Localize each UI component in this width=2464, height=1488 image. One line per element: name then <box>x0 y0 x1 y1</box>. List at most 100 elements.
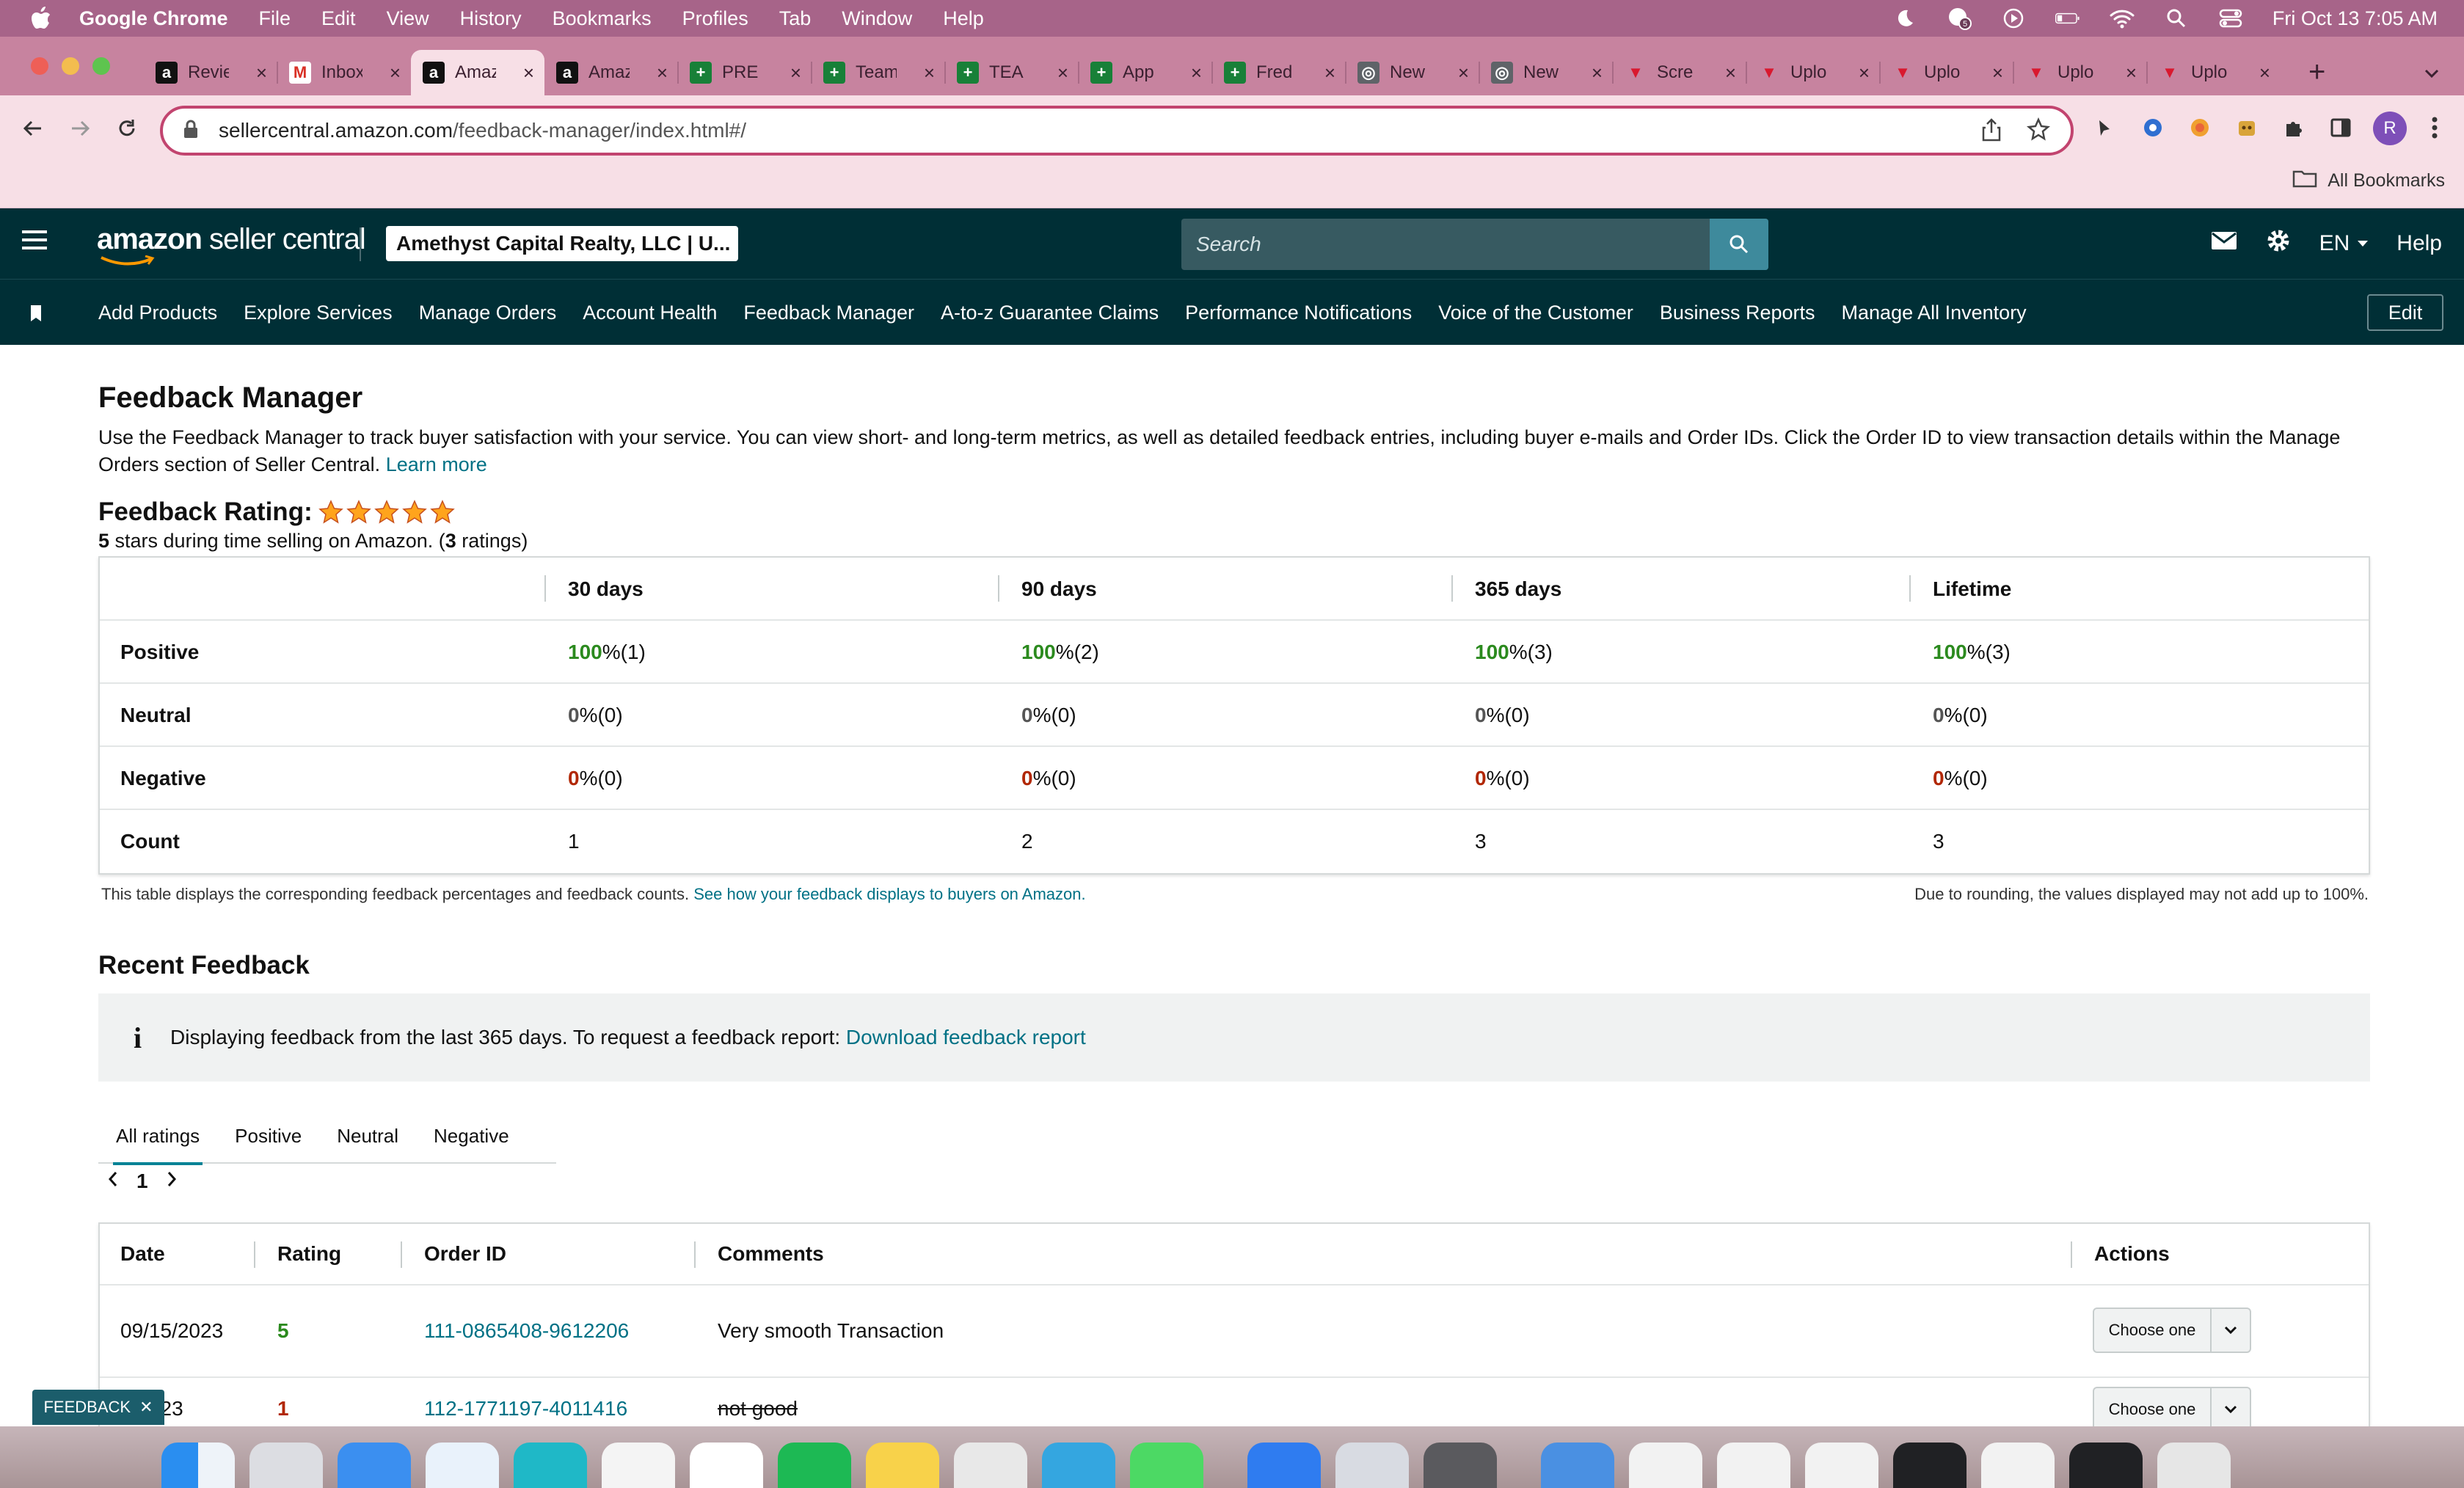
browser-tab[interactable]: a Amazon × <box>411 50 544 95</box>
feedback-widget-button[interactable]: FEEDBACK ✕ <box>32 1390 164 1425</box>
browser-tab[interactable]: + Fred × <box>1212 50 1346 95</box>
spotify-icon[interactable] <box>778 1443 851 1488</box>
safari-icon[interactable] <box>426 1443 499 1488</box>
language-selector[interactable]: EN <box>2319 231 2369 256</box>
feedback-display-link[interactable]: See how your feedback displays to buyers… <box>693 885 1085 903</box>
control-center-icon[interactable] <box>2218 6 2243 31</box>
close-tab-icon[interactable]: × <box>1191 62 1202 84</box>
calculator-icon[interactable] <box>1424 1443 1497 1488</box>
bookmark-star-icon[interactable] <box>2027 117 2050 146</box>
mail-icon[interactable] <box>2211 230 2237 257</box>
menu-help[interactable]: Help <box>943 7 984 30</box>
prev-page-icon[interactable] <box>107 1170 119 1193</box>
browser-tab[interactable]: + TEA × <box>945 50 1079 95</box>
browser-tab[interactable]: a Amazon × <box>544 50 678 95</box>
search-input[interactable] <box>1181 219 1710 270</box>
browser-tab[interactable]: M Inbox × <box>277 50 411 95</box>
nav-performance-notifications[interactable]: Performance Notifications <box>1185 302 1412 324</box>
side-panel-icon[interactable] <box>2326 113 2355 142</box>
tab-positive[interactable]: Positive <box>217 1108 319 1164</box>
launchpad-icon[interactable] <box>249 1443 323 1488</box>
chevron-down-icon[interactable] <box>2421 63 2442 84</box>
notification-badge-icon[interactable]: 5 <box>1947 6 1972 31</box>
url-text[interactable]: sellercentral.amazon.com/feedback-manage… <box>219 119 746 142</box>
close-tab-icon[interactable]: × <box>390 62 401 84</box>
action-dropdown[interactable]: Choose one <box>2093 1308 2251 1353</box>
close-tab-icon[interactable]: × <box>1324 62 1335 84</box>
extensions-puzzle-icon[interactable] <box>2279 113 2308 142</box>
download-report-link[interactable]: Download feedback report <box>846 1026 1086 1049</box>
action-dropdown[interactable]: Choose one <box>2093 1387 2251 1432</box>
extension-yellow-icon[interactable] <box>2232 113 2261 142</box>
browser-tab[interactable]: ▼ Uplo × <box>1746 50 1880 95</box>
help-link[interactable]: Help <box>2396 231 2442 256</box>
menu-history[interactable]: History <box>460 7 522 30</box>
close-window-button[interactable] <box>31 57 48 75</box>
bookmark-icon[interactable] <box>29 304 43 326</box>
browser-tab[interactable]: a Reviews × <box>144 50 277 95</box>
zoom-window-button[interactable] <box>92 57 110 75</box>
window-thumbnail[interactable] <box>2069 1443 2143 1488</box>
menu-app-name[interactable]: Google Chrome <box>79 7 228 30</box>
edit-nav-button[interactable]: Edit <box>2367 294 2443 331</box>
chrome-app-icon[interactable] <box>954 1443 1027 1488</box>
current-page[interactable]: 1 <box>136 1170 148 1193</box>
close-tab-icon[interactable]: × <box>657 62 668 84</box>
tab-neutral[interactable]: Neutral <box>319 1108 416 1164</box>
nav-manage-orders[interactable]: Manage Orders <box>419 302 557 324</box>
close-tab-icon[interactable]: × <box>1458 62 1469 84</box>
menu-profiles[interactable]: Profiles <box>682 7 748 30</box>
nav-a-to-z-claims[interactable]: A-to-z Guarantee Claims <box>941 302 1159 324</box>
close-tab-icon[interactable]: × <box>924 62 935 84</box>
battery-icon[interactable] <box>2055 6 2080 31</box>
browser-tab[interactable]: ◎ New × <box>1346 50 1479 95</box>
browser-tab[interactable]: + PRE × <box>678 50 812 95</box>
chevron-down-icon[interactable] <box>2210 1309 2250 1352</box>
extension-arrow-icon[interactable] <box>2091 113 2121 142</box>
close-icon[interactable]: ✕ <box>139 1398 153 1417</box>
clock[interactable]: Fri Oct 13 7:05 AM <box>2272 7 2438 30</box>
hamburger-menu-icon[interactable] <box>22 230 47 257</box>
kebab-menu-icon[interactable] <box>2420 113 2449 142</box>
nav-account-health[interactable]: Account Health <box>583 302 717 324</box>
play-icon[interactable] <box>2001 6 2026 31</box>
window-thumbnail[interactable] <box>1893 1443 1967 1488</box>
back-arrow-icon[interactable] <box>15 110 51 147</box>
nav-business-reports[interactable]: Business Reports <box>1660 302 1815 324</box>
close-tab-icon[interactable]: × <box>1859 62 1870 84</box>
window-thumbnail[interactable] <box>1717 1443 1790 1488</box>
close-tab-icon[interactable]: × <box>2259 62 2270 84</box>
tab-all-ratings[interactable]: All ratings <box>98 1108 217 1165</box>
chevron-down-icon[interactable] <box>2210 1388 2250 1431</box>
moon-icon[interactable] <box>1892 6 1917 31</box>
nav-feedback-manager[interactable]: Feedback Manager <box>743 302 914 324</box>
close-tab-icon[interactable]: × <box>790 62 801 84</box>
wifi-icon[interactable] <box>2110 6 2135 31</box>
browser-tab[interactable]: ▼ Uplo × <box>2147 50 2281 95</box>
browser-tab[interactable]: ▼ Uplo × <box>1880 50 2013 95</box>
profile-avatar[interactable]: R <box>2373 112 2407 145</box>
nav-add-products[interactable]: Add Products <box>98 302 217 324</box>
downloads-folder-icon[interactable] <box>1541 1443 1614 1488</box>
next-page-icon[interactable] <box>166 1170 178 1193</box>
browser-tab[interactable]: ▼ Uplo × <box>2013 50 2147 95</box>
close-tab-icon[interactable]: × <box>1592 62 1603 84</box>
close-tab-icon[interactable]: × <box>1725 62 1736 84</box>
apple-icon[interactable] <box>26 4 56 33</box>
all-bookmarks-button[interactable]: All Bookmarks <box>2292 169 2445 193</box>
browser-tab[interactable]: ▼ Scre × <box>1613 50 1746 95</box>
menu-tab[interactable]: Tab <box>779 7 812 30</box>
tab-negative[interactable]: Negative <box>416 1108 527 1164</box>
browser-tab[interactable]: ◎ New × <box>1479 50 1613 95</box>
close-tab-icon[interactable]: × <box>256 62 267 84</box>
menu-edit[interactable]: Edit <box>321 7 356 30</box>
minimize-window-button[interactable] <box>62 57 79 75</box>
settings-gear-icon[interactable] <box>2265 227 2292 260</box>
forward-arrow-icon[interactable] <box>62 110 98 147</box>
extension-blue-icon[interactable] <box>2138 113 2168 142</box>
menu-window[interactable]: Window <box>842 7 912 30</box>
app-store-icon[interactable] <box>1247 1443 1321 1488</box>
spotlight-search-icon[interactable] <box>2164 6 2189 31</box>
menu-bookmarks[interactable]: Bookmarks <box>553 7 652 30</box>
window-thumbnail[interactable] <box>1981 1443 2055 1488</box>
